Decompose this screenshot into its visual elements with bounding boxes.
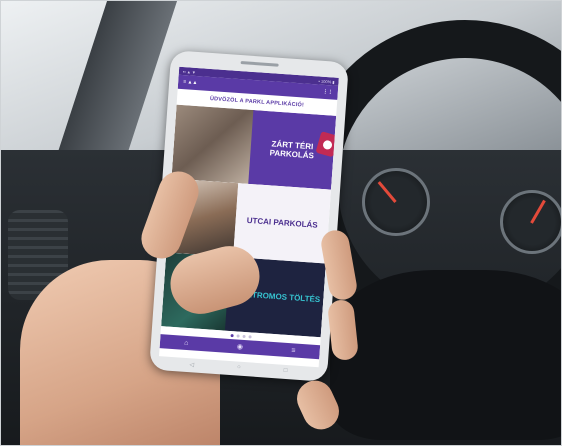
gauge-needle — [377, 181, 397, 203]
tachometer-gauge — [500, 190, 562, 254]
phone-earpiece — [240, 61, 279, 67]
carousel-dot[interactable] — [236, 333, 240, 338]
steering-wheel-hub — [330, 270, 562, 440]
home-icon[interactable]: ⌂ — [184, 339, 189, 346]
status-right: ▪ 100% ▮ — [318, 78, 335, 85]
map-pin-icon[interactable]: ◉ — [237, 342, 244, 350]
overflow-menu-icon[interactable]: ⋮⋮ — [323, 89, 333, 96]
recent-apps-icon[interactable]: □ — [283, 368, 287, 375]
status-left: ▪▪ ▲ ▼ — [182, 68, 197, 75]
speedometer-gauge — [362, 168, 430, 236]
menu-icon[interactable]: ≡ ▲▲ — [183, 79, 198, 86]
card-indoor-parking[interactable]: ZÁRT TÉRI PARKOLÁS — [171, 104, 337, 190]
home-circle-icon[interactable]: ○ — [237, 365, 241, 372]
carousel-dot[interactable] — [242, 334, 246, 338]
back-icon[interactable]: ◁ — [189, 361, 194, 368]
list-icon[interactable]: ≡ — [291, 347, 296, 354]
gauge-needle — [530, 199, 546, 224]
photo-scene: ▪▪ ▲ ▼ ▪ 100% ▮ ≡ ▲▲ ⋮⋮ ÜDVÖZÖL A PARKL … — [0, 0, 562, 446]
carousel-dot[interactable] — [248, 334, 252, 338]
carousel-dot[interactable] — [230, 333, 234, 337]
